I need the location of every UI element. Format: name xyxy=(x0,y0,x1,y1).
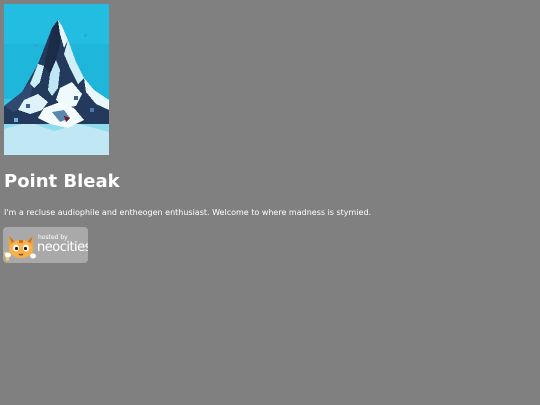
page-title: Point Bleak xyxy=(4,171,120,192)
site-description: I'm a recluse audiophile and entheogen e… xyxy=(4,208,372,217)
neocities-brand-label: neocities xyxy=(37,240,88,255)
hosted-by-neocities-badge[interactable]: hosted by neocities xyxy=(3,227,88,263)
neocities-cat-icon xyxy=(3,228,38,262)
mountain-peak-image xyxy=(4,4,109,155)
page: Point Bleak I'm a recluse audiophile and… xyxy=(0,0,540,405)
